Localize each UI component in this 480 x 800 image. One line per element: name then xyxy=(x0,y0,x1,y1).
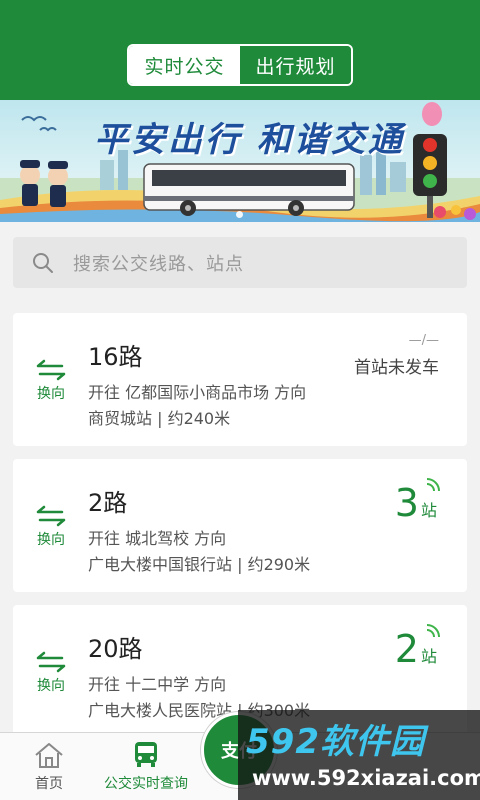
route-name: 2路 xyxy=(88,489,128,517)
stops-away: 2 站 xyxy=(395,627,437,671)
search-icon xyxy=(13,237,73,288)
bus-icon xyxy=(135,742,157,767)
home-icon xyxy=(35,743,63,768)
swap-direction-button[interactable]: 换向 xyxy=(31,505,71,549)
banner-page-indicator xyxy=(236,211,243,218)
route-direction: 开往 城北驾校 方向 xyxy=(88,529,227,548)
mode-switch: 实时公交 出行规划 xyxy=(127,44,353,86)
swap-label: 换向 xyxy=(37,386,65,402)
nav-bus-realtime-label: 公交实时查询 xyxy=(104,776,188,792)
route-direction: 开往 十二中学 方向 xyxy=(88,675,227,694)
stops-away-unit: 站 xyxy=(420,647,437,666)
swap-direction-button[interactable]: 换向 xyxy=(31,651,71,695)
stops-away: 3 站 xyxy=(395,481,437,525)
route-direction: 开往 亿都国际小商品市场 方向 xyxy=(88,383,307,402)
swap-label: 换向 xyxy=(37,532,65,548)
swap-arrows-icon xyxy=(36,651,66,673)
watermark-brand: 592软件园 xyxy=(246,722,425,762)
nav-bus-realtime[interactable]: 公交实时查询 xyxy=(94,733,198,800)
tab-trip-planning[interactable]: 出行规划 xyxy=(240,46,351,84)
watermark-url: www.592xiazai.com xyxy=(252,766,480,790)
stops-away-count: 3 xyxy=(394,481,419,525)
search-placeholder: 搜索公交线路、站点 xyxy=(73,253,244,275)
arrival-status: 首站未发车 xyxy=(354,358,439,378)
nav-home-label: 首页 xyxy=(35,776,63,792)
arrival-placeholder: —/— xyxy=(408,333,439,348)
search-input[interactable]: 搜索公交线路、站点 xyxy=(13,237,467,288)
stops-away-count: 2 xyxy=(394,627,419,671)
swap-direction-button[interactable]: 换向 xyxy=(31,359,71,403)
route-name: 20路 xyxy=(88,635,143,663)
route-card-16[interactable]: 换向 16路 开往 亿都国际小商品市场 方向 商贸城站 | 约240米 —/— … xyxy=(13,313,467,446)
swap-arrows-icon xyxy=(36,505,66,527)
stops-away-unit: 站 xyxy=(420,501,437,520)
site-watermark: 592软件园 www.592xiazai.com xyxy=(238,710,480,800)
route-name: 16路 xyxy=(88,343,143,371)
app-header: 实时公交 出行规划 xyxy=(0,0,480,100)
route-stop-distance: 商贸城站 | 约240米 xyxy=(88,409,231,428)
swap-label: 换向 xyxy=(37,678,65,694)
tab-realtime-bus[interactable]: 实时公交 xyxy=(129,46,240,84)
route-stop-distance: 广电大楼中国银行站 | 约290米 xyxy=(88,555,311,574)
banner-slogan: 平安出行 和谐交通 xyxy=(94,120,405,160)
swap-arrows-icon xyxy=(36,359,66,381)
nav-home[interactable]: 首页 xyxy=(22,733,76,800)
route-card-2[interactable]: 换向 2路 开往 城北驾校 方向 广电大楼中国银行站 | 约290米 3 站 xyxy=(13,459,467,592)
